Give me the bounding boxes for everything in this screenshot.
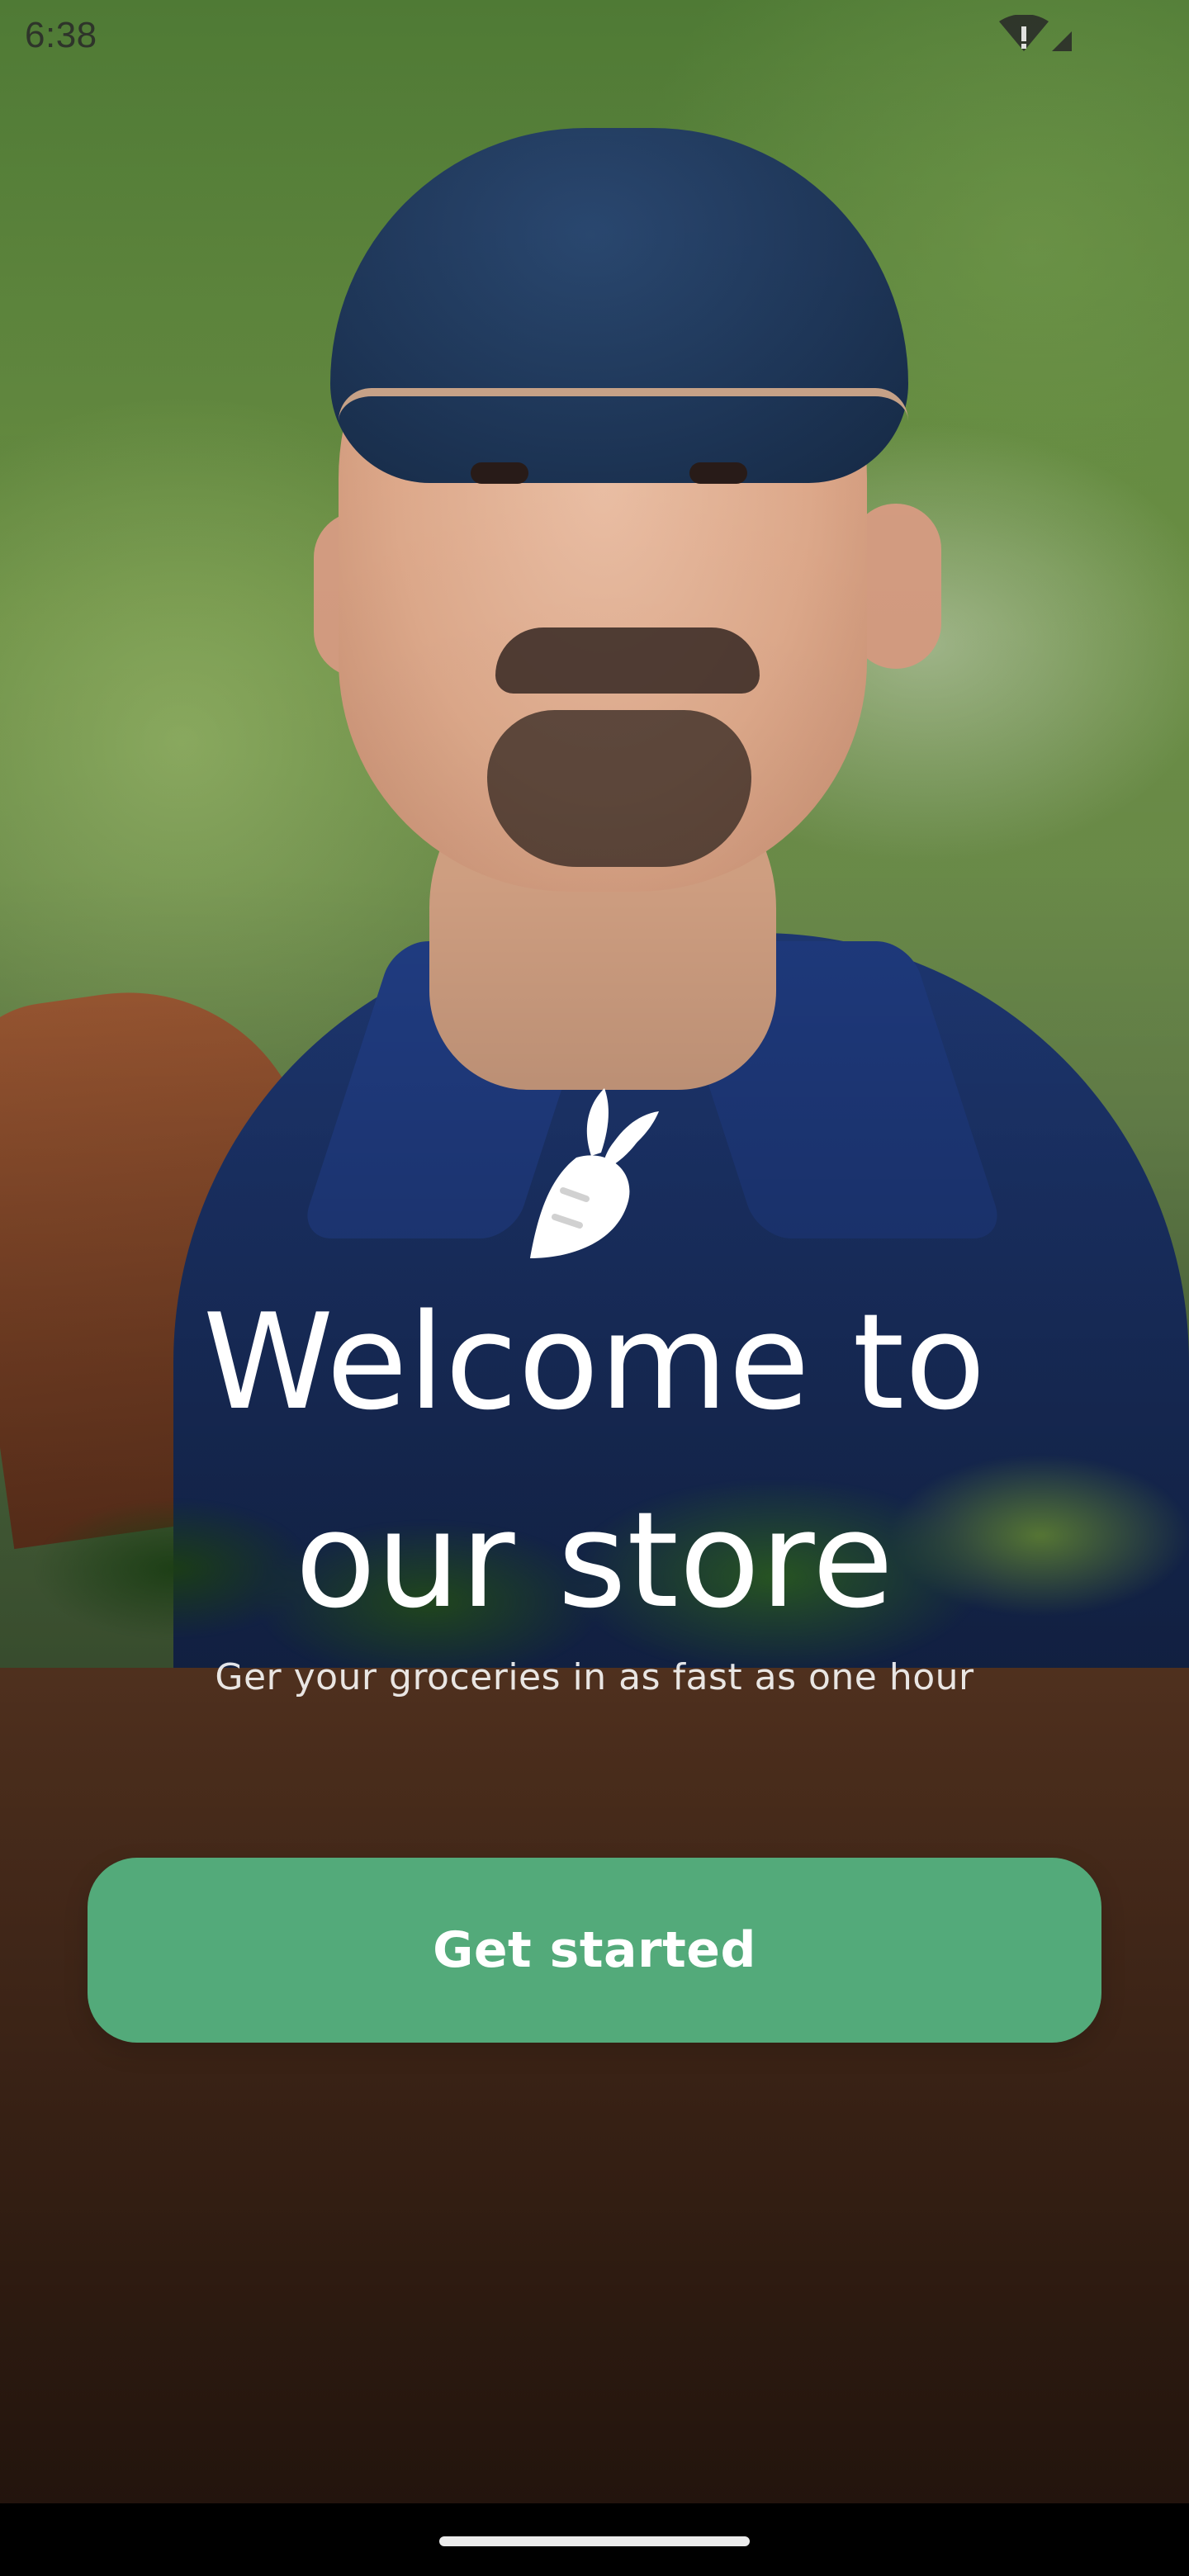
get-started-button[interactable]: Get started [88, 1858, 1101, 2043]
status-icons-svg [999, 14, 1072, 51]
status-time: 6:38 [25, 15, 97, 55]
carrot-icon [512, 1082, 677, 1263]
wifi-alert-icon [999, 14, 1049, 51]
welcome-title-line-2: our store [295, 1483, 894, 1637]
cell-signal-icon [1052, 31, 1072, 51]
carrot-logo-svg [530, 1088, 659, 1258]
welcome-subtitle: Ger your groceries in as fast as one hou… [215, 1656, 974, 1698]
home-indicator[interactable] [439, 2536, 750, 2546]
status-bar: 6:38 [0, 0, 1189, 74]
status-icons [983, 14, 1073, 56]
welcome-title: Welcome to our store [0, 1263, 1189, 1660]
welcome-title-line-1: Welcome to [202, 1285, 987, 1439]
